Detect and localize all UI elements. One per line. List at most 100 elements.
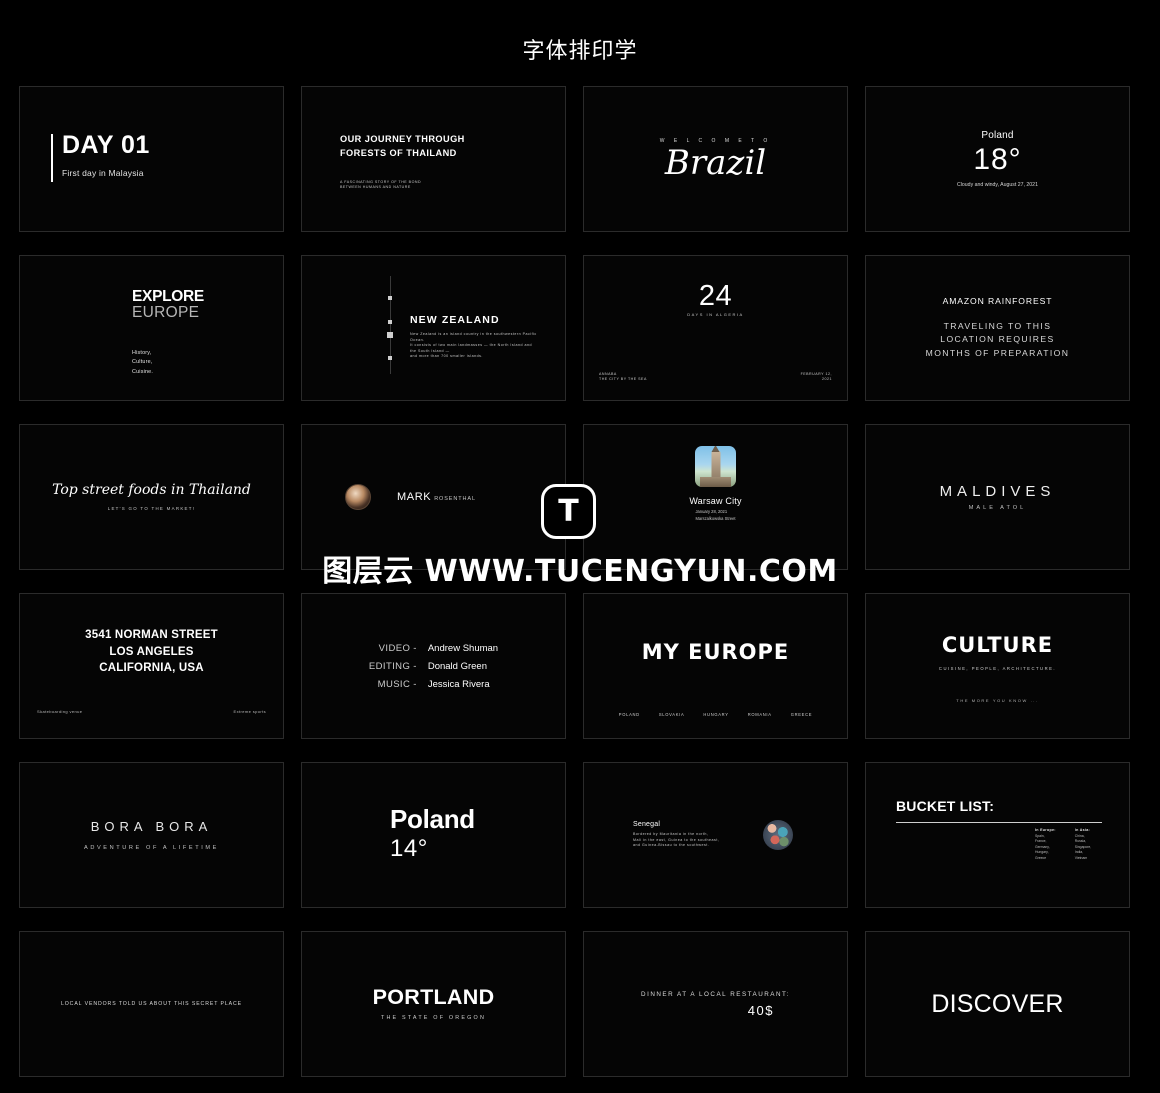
warsaw-title: Warsaw City — [689, 496, 742, 506]
card-grid: DAY 01 First day in Malaysia OUR JOURNEY… — [0, 65, 1160, 1077]
card-amazon-rainforest[interactable]: AMAZON RAINFOREST TRAVELING TO THIS LOCA… — [865, 255, 1130, 401]
card-maldives[interactable]: MALDIVES MALE ATOL — [865, 424, 1130, 570]
timeline-dot-active — [387, 332, 393, 338]
card-street-foods[interactable]: Top street foods in Thailand LET'S GO TO… — [19, 424, 284, 570]
card-local-vendors[interactable]: LOCAL VENDORS TOLD US ABOUT THIS SECRET … — [19, 931, 284, 1077]
card-bucket-list[interactable]: BUCKET LIST: In Europe: Spain, France, G… — [865, 762, 1130, 908]
typography-template-gallery: 字体排印学 DAY 01 First day in Malaysia OUR J… — [0, 0, 1160, 1093]
page-title: 字体排印学 — [522, 38, 638, 63]
card-culture[interactable]: CULTURE CUISINE, PEOPLE, ARCHITECTURE. T… — [865, 593, 1130, 739]
bora-title: BORA BORA — [90, 819, 213, 834]
algeria-caption: DAYS IN ALGERIA — [687, 312, 744, 317]
card-weather-poland-18[interactable]: Poland 18° Cloudy and windy, August 27, … — [865, 86, 1130, 232]
credit-name: Andrew Shuman — [427, 642, 499, 654]
card-new-zealand[interactable]: NEW ZEALAND New Zealand is an island cou… — [301, 255, 566, 401]
weather-detail: Cloudy and windy, August 27, 2021 — [957, 182, 1038, 189]
senegal-desc-1: Bordered by Mauritania in the north, — [633, 832, 709, 837]
card-senegal[interactable]: Senegal Bordered by Mauritania in the no… — [583, 762, 848, 908]
globe-icon — [763, 820, 794, 850]
card-portland[interactable]: PORTLAND THE STATE OF OREGON — [301, 931, 566, 1077]
credit-name: Donald Green — [427, 660, 487, 672]
bucket-column-items: Spain, France, Germany, Hungary, Greece — [1035, 833, 1050, 860]
card-algeria-days[interactable]: 24 DAYS IN ALGERIA ANNABA THE CITY BY TH… — [583, 255, 848, 401]
weather2-temperature: 14° — [390, 834, 428, 862]
bucket-column-items: China, Russia, Singapore, India, Vietnam — [1074, 833, 1092, 860]
warsaw-thumbnail — [695, 446, 736, 487]
europe-tag: SLOVAKIA — [658, 712, 685, 717]
credit-role: EDITING - — [368, 660, 417, 672]
card-brazil[interactable]: W E L C O M E T O Brazil — [583, 86, 848, 232]
nz-desc-1: New Zealand is an island country in the … — [410, 332, 537, 342]
journey-line-1: OUR JOURNEY THROUGH — [340, 134, 465, 144]
maldives-title: MALDIVES — [939, 483, 1056, 500]
warsaw-street: Marszalkowska Street — [695, 515, 736, 521]
bucket-column-asia: In Asia: China, Russia, Singapore, India… — [1075, 828, 1091, 862]
card-warsaw-city[interactable]: Warsaw City January 28, 2021 Marszalkows… — [583, 424, 848, 570]
portland-subtitle: THE STATE OF OREGON — [380, 1014, 487, 1021]
credit-row: MUSIC - Jessica Rivera — [369, 675, 498, 693]
europe-tag: POLAND — [618, 712, 640, 717]
journey-sub-2: BETWEEN HUMANS AND NATURE — [340, 185, 411, 190]
card-mark-rosenthal[interactable]: MARK ROSENTHAL — [301, 424, 566, 570]
credit-name: Jessica Rivera — [427, 678, 490, 690]
credit-row: EDITING - Donald Green — [369, 657, 498, 675]
algeria-foot-right-2: 2021 — [822, 377, 832, 382]
avatar — [345, 484, 371, 510]
bucket-column-header: In Asia: — [1074, 828, 1091, 832]
bora-subtitle: ADVENTURE OF A LIFETIME — [83, 845, 220, 851]
weather-temperature: 18° — [973, 142, 1022, 176]
card-credits[interactable]: VIDEO - Andrew Shuman EDITING - Donald G… — [301, 593, 566, 739]
card-bora-bora[interactable]: BORA BORA ADVENTURE OF A LIFETIME — [19, 762, 284, 908]
brazil-title: Brazil — [664, 143, 767, 183]
culture-footer: THE MORE YOU KNOW ... — [956, 698, 1039, 703]
europe-tag: HUNGARY — [703, 712, 729, 717]
senegal-title: Senegal — [633, 821, 661, 829]
card-dinner-price[interactable]: DINNER AT A LOCAL RESTAURANT: 40$ — [583, 931, 848, 1077]
day-title: DAY 01 — [62, 131, 150, 159]
mark-first-name: MARK — [397, 491, 432, 503]
card-weather-poland-14[interactable]: Poland 14° — [301, 762, 566, 908]
culture-subtitle: CUISINE, PEOPLE, ARCHITECTURE. — [938, 666, 1057, 671]
address-foot-left: Skateboarding venue — [37, 709, 83, 714]
bucket-title: BUCKET LIST: — [896, 798, 995, 814]
divider — [896, 822, 1102, 823]
dinner-label: DINNER AT A LOCAL RESTAURANT: — [641, 990, 790, 998]
nz-desc-3: and more than 700 smaller islands. — [410, 354, 483, 359]
address-foot-right: Extreme sports — [233, 709, 266, 714]
card-explore-europe[interactable]: EXPLORE EUROPE History, Culture, Cuisine… — [19, 255, 284, 401]
address-line-1: 3541 NORMAN STREET — [85, 629, 218, 641]
explore-item-1: History, — [132, 349, 152, 356]
nz-desc-2: It consists of two main landmasses — the… — [410, 343, 532, 353]
timeline-dot-3 — [388, 356, 392, 360]
card-address[interactable]: 3541 NORMAN STREET LOS ANGELES CALIFORNI… — [19, 593, 284, 739]
address-line-2: LOS ANGELES — [109, 645, 194, 658]
card-my-europe[interactable]: MY EUROPE POLAND SLOVAKIA HUNGARY ROMANI… — [583, 593, 848, 739]
credit-role: VIDEO - — [378, 642, 417, 654]
culture-title: CULTURE — [941, 633, 1054, 657]
amazon-line-1: TRAVELING TO THIS — [943, 321, 1052, 332]
journey-line-2: FORESTS OF THAILAND — [340, 147, 457, 158]
my-europe-title: MY EUROPE — [641, 640, 790, 664]
card-discover[interactable]: DISCOVER — [865, 931, 1130, 1077]
weather-place: Poland — [981, 129, 1014, 141]
address-line-3: CALIFORNIA, USA — [99, 662, 204, 675]
algeria-foot-left-2: THE CITY BY THE SEA — [599, 377, 647, 382]
card-day-01[interactable]: DAY 01 First day in Malaysia — [19, 86, 284, 232]
nz-title: NEW ZEALAND — [410, 314, 500, 326]
card-our-journey[interactable]: OUR JOURNEY THROUGH FORESTS OF THAILAND … — [301, 86, 566, 232]
explore-line-1: EXPLORE — [132, 288, 204, 305]
europe-tag: ROMANIA — [747, 712, 772, 717]
bucket-column-europe: In Europe: Spain, France, Germany, Hunga… — [1035, 828, 1056, 862]
europe-tag: GREECE — [790, 712, 813, 717]
dinner-price: 40$ — [747, 1002, 774, 1018]
explore-line-2: EUROPE — [132, 303, 200, 321]
credit-row: VIDEO - Andrew Shuman — [369, 639, 498, 657]
senegal-desc-3: and Guinea-Bissau to the southwest. — [633, 843, 710, 848]
weather2-place: Poland — [390, 804, 475, 835]
credit-role: MUSIC - — [377, 678, 417, 690]
amazon-line-3: MONTHS OF PREPARATION — [925, 347, 1070, 358]
mark-last-name: ROSENTHAL — [434, 496, 476, 502]
accent-bar — [51, 134, 53, 182]
street-subtitle: LET'S GO TO THE MARKET! — [107, 506, 196, 511]
timeline-dot-2 — [388, 320, 392, 324]
